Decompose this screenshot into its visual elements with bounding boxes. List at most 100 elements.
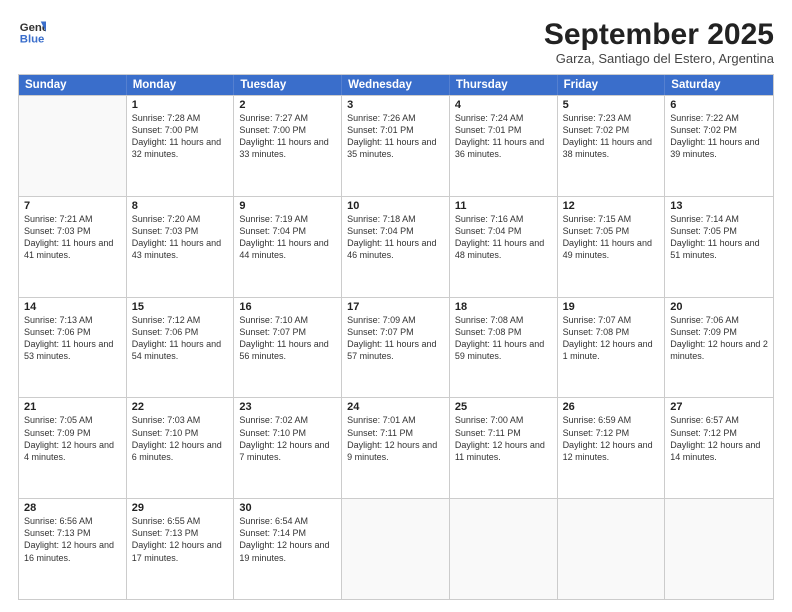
header: General Blue September 2025 Garza, Santi… [18, 18, 774, 66]
day-cell-15: 15Sunrise: 7:12 AMSunset: 7:06 PMDayligh… [127, 298, 235, 398]
cell-sun-info: Sunrise: 7:09 AMSunset: 7:07 PMDaylight:… [347, 314, 444, 363]
calendar-row-3: 21Sunrise: 7:05 AMSunset: 7:09 PMDayligh… [19, 397, 773, 498]
day-cell-10: 10Sunrise: 7:18 AMSunset: 7:04 PMDayligh… [342, 197, 450, 297]
cell-sun-info: Sunrise: 7:18 AMSunset: 7:04 PMDaylight:… [347, 213, 444, 262]
day-cell-13: 13Sunrise: 7:14 AMSunset: 7:05 PMDayligh… [665, 197, 773, 297]
cell-sun-info: Sunrise: 7:14 AMSunset: 7:05 PMDaylight:… [670, 213, 768, 262]
calendar-row-4: 28Sunrise: 6:56 AMSunset: 7:13 PMDayligh… [19, 498, 773, 599]
day-cell-18: 18Sunrise: 7:08 AMSunset: 7:08 PMDayligh… [450, 298, 558, 398]
day-cell-21: 21Sunrise: 7:05 AMSunset: 7:09 PMDayligh… [19, 398, 127, 498]
day-cell-5: 5Sunrise: 7:23 AMSunset: 7:02 PMDaylight… [558, 96, 666, 196]
cell-sun-info: Sunrise: 7:10 AMSunset: 7:07 PMDaylight:… [239, 314, 336, 363]
cell-sun-info: Sunrise: 7:00 AMSunset: 7:11 PMDaylight:… [455, 414, 552, 463]
day-number: 12 [563, 200, 660, 212]
day-number: 19 [563, 301, 660, 313]
cell-sun-info: Sunrise: 7:16 AMSunset: 7:04 PMDaylight:… [455, 213, 552, 262]
day-cell-2: 2Sunrise: 7:27 AMSunset: 7:00 PMDaylight… [234, 96, 342, 196]
day-cell-26: 26Sunrise: 6:59 AMSunset: 7:12 PMDayligh… [558, 398, 666, 498]
day-number: 13 [670, 200, 768, 212]
cell-sun-info: Sunrise: 7:22 AMSunset: 7:02 PMDaylight:… [670, 112, 768, 161]
weekday-header-friday: Friday [558, 75, 666, 95]
cell-sun-info: Sunrise: 7:08 AMSunset: 7:08 PMDaylight:… [455, 314, 552, 363]
day-cell-12: 12Sunrise: 7:15 AMSunset: 7:05 PMDayligh… [558, 197, 666, 297]
day-cell-22: 22Sunrise: 7:03 AMSunset: 7:10 PMDayligh… [127, 398, 235, 498]
day-number: 3 [347, 99, 444, 111]
day-cell-28: 28Sunrise: 6:56 AMSunset: 7:13 PMDayligh… [19, 499, 127, 599]
cell-sun-info: Sunrise: 7:03 AMSunset: 7:10 PMDaylight:… [132, 414, 229, 463]
calendar: SundayMondayTuesdayWednesdayThursdayFrid… [18, 74, 774, 600]
weekday-header-wednesday: Wednesday [342, 75, 450, 95]
day-cell-30: 30Sunrise: 6:54 AMSunset: 7:14 PMDayligh… [234, 499, 342, 599]
empty-cell [450, 499, 558, 599]
cell-sun-info: Sunrise: 7:05 AMSunset: 7:09 PMDaylight:… [24, 414, 121, 463]
day-number: 27 [670, 401, 768, 413]
day-cell-11: 11Sunrise: 7:16 AMSunset: 7:04 PMDayligh… [450, 197, 558, 297]
day-number: 9 [239, 200, 336, 212]
day-number: 25 [455, 401, 552, 413]
title-block: September 2025 Garza, Santiago del Ester… [544, 18, 774, 66]
day-cell-29: 29Sunrise: 6:55 AMSunset: 7:13 PMDayligh… [127, 499, 235, 599]
cell-sun-info: Sunrise: 6:54 AMSunset: 7:14 PMDaylight:… [239, 515, 336, 564]
cell-sun-info: Sunrise: 6:56 AMSunset: 7:13 PMDaylight:… [24, 515, 121, 564]
cell-sun-info: Sunrise: 6:55 AMSunset: 7:13 PMDaylight:… [132, 515, 229, 564]
page: General Blue September 2025 Garza, Santi… [0, 0, 792, 612]
weekday-header-monday: Monday [127, 75, 235, 95]
day-number: 24 [347, 401, 444, 413]
logo: General Blue [18, 18, 46, 46]
day-cell-16: 16Sunrise: 7:10 AMSunset: 7:07 PMDayligh… [234, 298, 342, 398]
day-cell-3: 3Sunrise: 7:26 AMSunset: 7:01 PMDaylight… [342, 96, 450, 196]
day-cell-19: 19Sunrise: 7:07 AMSunset: 7:08 PMDayligh… [558, 298, 666, 398]
cell-sun-info: Sunrise: 7:13 AMSunset: 7:06 PMDaylight:… [24, 314, 121, 363]
empty-cell [665, 499, 773, 599]
day-cell-6: 6Sunrise: 7:22 AMSunset: 7:02 PMDaylight… [665, 96, 773, 196]
cell-sun-info: Sunrise: 7:15 AMSunset: 7:05 PMDaylight:… [563, 213, 660, 262]
day-number: 10 [347, 200, 444, 212]
weekday-header-tuesday: Tuesday [234, 75, 342, 95]
day-cell-7: 7Sunrise: 7:21 AMSunset: 7:03 PMDaylight… [19, 197, 127, 297]
day-cell-1: 1Sunrise: 7:28 AMSunset: 7:00 PMDaylight… [127, 96, 235, 196]
day-number: 26 [563, 401, 660, 413]
day-number: 11 [455, 200, 552, 212]
calendar-body: 1Sunrise: 7:28 AMSunset: 7:00 PMDaylight… [19, 95, 773, 599]
cell-sun-info: Sunrise: 7:07 AMSunset: 7:08 PMDaylight:… [563, 314, 660, 363]
cell-sun-info: Sunrise: 7:21 AMSunset: 7:03 PMDaylight:… [24, 213, 121, 262]
day-cell-24: 24Sunrise: 7:01 AMSunset: 7:11 PMDayligh… [342, 398, 450, 498]
empty-cell [342, 499, 450, 599]
cell-sun-info: Sunrise: 7:26 AMSunset: 7:01 PMDaylight:… [347, 112, 444, 161]
cell-sun-info: Sunrise: 7:23 AMSunset: 7:02 PMDaylight:… [563, 112, 660, 161]
day-number: 7 [24, 200, 121, 212]
cell-sun-info: Sunrise: 7:27 AMSunset: 7:00 PMDaylight:… [239, 112, 336, 161]
day-number: 28 [24, 502, 121, 514]
empty-cell [19, 96, 127, 196]
cell-sun-info: Sunrise: 6:57 AMSunset: 7:12 PMDaylight:… [670, 414, 768, 463]
day-cell-14: 14Sunrise: 7:13 AMSunset: 7:06 PMDayligh… [19, 298, 127, 398]
day-number: 16 [239, 301, 336, 313]
day-number: 4 [455, 99, 552, 111]
calendar-header: SundayMondayTuesdayWednesdayThursdayFrid… [19, 75, 773, 95]
day-number: 20 [670, 301, 768, 313]
day-number: 21 [24, 401, 121, 413]
day-cell-17: 17Sunrise: 7:09 AMSunset: 7:07 PMDayligh… [342, 298, 450, 398]
day-cell-4: 4Sunrise: 7:24 AMSunset: 7:01 PMDaylight… [450, 96, 558, 196]
calendar-row-2: 14Sunrise: 7:13 AMSunset: 7:06 PMDayligh… [19, 297, 773, 398]
day-number: 29 [132, 502, 229, 514]
empty-cell [558, 499, 666, 599]
day-number: 23 [239, 401, 336, 413]
day-cell-27: 27Sunrise: 6:57 AMSunset: 7:12 PMDayligh… [665, 398, 773, 498]
location-subtitle: Garza, Santiago del Estero, Argentina [544, 51, 774, 66]
cell-sun-info: Sunrise: 7:24 AMSunset: 7:01 PMDaylight:… [455, 112, 552, 161]
day-number: 5 [563, 99, 660, 111]
cell-sun-info: Sunrise: 7:12 AMSunset: 7:06 PMDaylight:… [132, 314, 229, 363]
cell-sun-info: Sunrise: 7:28 AMSunset: 7:00 PMDaylight:… [132, 112, 229, 161]
day-cell-25: 25Sunrise: 7:00 AMSunset: 7:11 PMDayligh… [450, 398, 558, 498]
day-number: 2 [239, 99, 336, 111]
weekday-header-thursday: Thursday [450, 75, 558, 95]
calendar-row-0: 1Sunrise: 7:28 AMSunset: 7:00 PMDaylight… [19, 95, 773, 196]
day-number: 8 [132, 200, 229, 212]
month-title: September 2025 [544, 18, 774, 51]
day-cell-9: 9Sunrise: 7:19 AMSunset: 7:04 PMDaylight… [234, 197, 342, 297]
day-number: 14 [24, 301, 121, 313]
cell-sun-info: Sunrise: 7:19 AMSunset: 7:04 PMDaylight:… [239, 213, 336, 262]
calendar-row-1: 7Sunrise: 7:21 AMSunset: 7:03 PMDaylight… [19, 196, 773, 297]
day-cell-20: 20Sunrise: 7:06 AMSunset: 7:09 PMDayligh… [665, 298, 773, 398]
